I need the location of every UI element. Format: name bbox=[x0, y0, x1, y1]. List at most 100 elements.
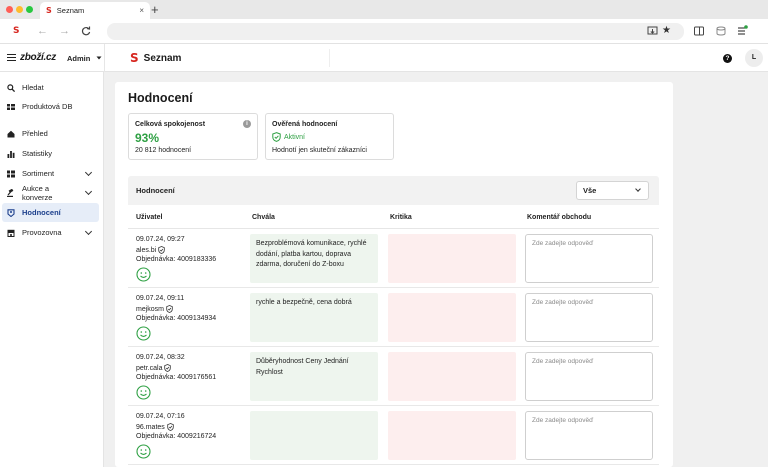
user-name: ales.bi bbox=[136, 246, 157, 254]
reply-input[interactable]: Zde zadejte odpověď bbox=[525, 234, 653, 283]
verified-shield-icon bbox=[164, 364, 172, 372]
app-title: Seznam bbox=[143, 52, 182, 64]
verified-shield-icon bbox=[167, 423, 174, 431]
section-title: Hodnocení bbox=[136, 186, 175, 195]
sidebar-item-label: Provozovna bbox=[22, 228, 62, 237]
bookmark-star-icon[interactable]: ★ bbox=[662, 25, 671, 37]
sidebar-panel-icon[interactable] bbox=[694, 26, 704, 36]
database-icon bbox=[7, 103, 15, 110]
sidebar-item-aukce-a-konverze[interactable]: Aukce a konverze bbox=[2, 183, 99, 202]
grid-icon bbox=[7, 170, 15, 177]
column-header-pros: Chvála bbox=[252, 214, 275, 221]
verified-status-label: Aktivní bbox=[284, 133, 306, 141]
new-tab-button[interactable]: + bbox=[151, 2, 159, 17]
column-header-cons: Kritika bbox=[390, 214, 412, 221]
rating-user: ales.bi bbox=[136, 246, 165, 254]
zbozi-logo[interactable]: zboží.cz bbox=[20, 52, 56, 63]
app-title-area: S Seznam bbox=[130, 49, 330, 67]
verified-status: Aktivní bbox=[272, 132, 305, 142]
search-icon bbox=[7, 83, 15, 92]
rating-date: 09.07.24, 08:32 bbox=[136, 354, 185, 361]
rating-user: 96.mates bbox=[136, 423, 174, 431]
reload-icon[interactable] bbox=[81, 26, 91, 36]
positive-smiley-icon bbox=[136, 385, 151, 400]
sidebar-item-provozovna[interactable]: Provozovna bbox=[2, 223, 99, 242]
rating-user: petr.cala bbox=[136, 364, 172, 372]
order-number: Objednávka: 4009183336 bbox=[136, 256, 217, 263]
sidebar-item-prehled[interactable]: Přehled bbox=[2, 124, 99, 143]
database-extension-icon[interactable] bbox=[716, 26, 726, 36]
sidebar-item-label: Aukce a konverze bbox=[22, 183, 53, 202]
column-header-user: Uživatel bbox=[136, 214, 163, 221]
address-bar[interactable] bbox=[107, 23, 684, 40]
avatar[interactable]: L bbox=[745, 49, 763, 67]
user-name: mejkosm bbox=[136, 305, 165, 313]
forward-icon[interactable]: → bbox=[59, 25, 70, 37]
sidebar-item-hodnoceni[interactable]: Hodnocení bbox=[2, 203, 99, 222]
pros-text: rychle a bezpečně, cena dobrá bbox=[250, 293, 378, 342]
maximize-window-button[interactable] bbox=[26, 6, 33, 13]
table-row: 09.07.24, 09:11 mejkosm Objednávka: 4009… bbox=[128, 288, 659, 347]
menu-icon[interactable] bbox=[737, 25, 748, 36]
seznam-favicon-icon: S bbox=[46, 6, 52, 15]
pros-text: Bezproblémová komunikace, rychlé dodání,… bbox=[250, 234, 378, 283]
page-title: Hodnocení bbox=[128, 91, 193, 105]
cons-text bbox=[388, 411, 516, 460]
sidebar-item-statistiky[interactable]: Statistiky bbox=[2, 144, 99, 163]
browser-tab-bar: S Seznam × + bbox=[0, 0, 768, 19]
info-icon[interactable]: i bbox=[243, 120, 251, 128]
caret-down-icon[interactable] bbox=[96, 55, 102, 61]
close-window-button[interactable] bbox=[6, 6, 13, 13]
verified-shield-icon bbox=[166, 305, 173, 313]
sidebar-item-hledat[interactable]: Hledat bbox=[2, 78, 99, 97]
user-name: 96.mates bbox=[136, 423, 165, 431]
reply-input[interactable]: Zde zadejte odpověď bbox=[525, 352, 653, 401]
admin-dropdown[interactable]: Admin bbox=[67, 54, 90, 63]
help-icon[interactable]: ? bbox=[723, 54, 732, 63]
gavel-icon bbox=[7, 188, 14, 197]
table-row: 09.07.24, 08:32 petr.cala Objednávka: 40… bbox=[128, 347, 659, 406]
sidebar-item-label: Sortiment bbox=[22, 169, 55, 178]
ratings-section: Hodnocení Vše Uživatel Chvála Kritika Ko… bbox=[128, 176, 659, 467]
user-name: petr.cala bbox=[136, 364, 163, 372]
pros-text bbox=[250, 411, 378, 460]
verified-card: Ověřená hodnocení Aktivní Hodnotí jen sk… bbox=[265, 113, 394, 160]
chevron-down-icon[interactable] bbox=[84, 227, 93, 235]
bar-chart-icon bbox=[7, 150, 15, 158]
reply-input[interactable]: Zde zadejte odpověď bbox=[525, 293, 653, 342]
rating-user: mejkosm bbox=[136, 305, 173, 313]
pros-text: Důběryhodnost Ceny Jednání Rychlost bbox=[250, 352, 378, 401]
chevron-down-icon bbox=[635, 186, 641, 192]
positive-smiley-icon bbox=[136, 326, 151, 341]
order-number: Objednávka: 4009176561 bbox=[136, 374, 217, 381]
sidebar: Hledat Produktová DB Přehled Statistiky … bbox=[0, 72, 104, 467]
seznam-home-icon[interactable]: S bbox=[13, 25, 19, 37]
satisfaction-value: 93% bbox=[135, 131, 160, 145]
table-row: 09.07.24, 07:16 96.mates Objednávka: 400… bbox=[128, 406, 659, 465]
home-icon bbox=[7, 130, 15, 137]
sidebar-item-label: Hledat bbox=[22, 83, 44, 92]
reply-input[interactable]: Zde zadejte odpověď bbox=[525, 411, 653, 460]
sidebar-item-label: Hodnocení bbox=[22, 208, 61, 217]
positive-smiley-icon bbox=[136, 444, 151, 459]
main-content: Hodnocení Celková spokojenost i 93% 20 8… bbox=[115, 82, 673, 467]
verified-shield-icon bbox=[272, 132, 281, 142]
seznam-logo-icon: S bbox=[130, 51, 139, 65]
filter-select[interactable]: Vše bbox=[576, 181, 649, 200]
browser-tab[interactable]: S Seznam × bbox=[40, 2, 150, 19]
section-header: Hodnocení Vše bbox=[128, 176, 659, 205]
sidebar-item-produktova-db[interactable]: Produktová DB bbox=[2, 97, 99, 116]
minimize-window-button[interactable] bbox=[16, 6, 23, 13]
chevron-down-icon[interactable] bbox=[84, 168, 93, 176]
close-tab-icon[interactable]: × bbox=[139, 6, 144, 15]
rating-count: 20 812 hodnocení bbox=[135, 147, 192, 154]
rating-date: 09.07.24, 09:11 bbox=[136, 295, 185, 302]
column-header-shop-comment: Komentář obchodu bbox=[527, 214, 592, 221]
card-title: Celková spokojenost bbox=[135, 121, 206, 128]
sidebar-item-sortiment[interactable]: Sortiment bbox=[2, 164, 99, 183]
back-icon[interactable]: ← bbox=[37, 25, 48, 37]
install-app-icon[interactable] bbox=[647, 26, 658, 36]
hamburger-menu-icon[interactable] bbox=[7, 54, 16, 61]
verified-note: Hodnotí jen skuteční zákazníci bbox=[272, 147, 367, 154]
chevron-down-icon[interactable] bbox=[84, 187, 93, 195]
